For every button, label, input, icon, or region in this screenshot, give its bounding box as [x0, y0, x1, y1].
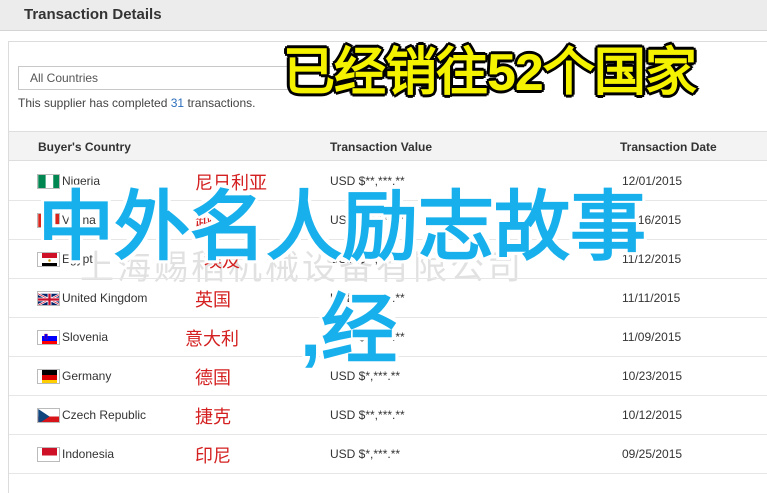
row-country: Czech Republic [62, 408, 147, 422]
row-value: USD $*,***.** [330, 447, 401, 461]
row-country-chinese: 英国 [195, 290, 231, 310]
column-transaction-date: Transaction Date [620, 140, 717, 154]
overlay-headline-text: 中外名人励志故事 [38, 185, 646, 270]
row-date: 10/12/2015 [622, 408, 683, 422]
row-country: United Kingdom [62, 291, 148, 305]
table-row: Czech Republic 捷克 USD $**,***.** 10/12/2… [9, 396, 767, 435]
transaction-count: 31 [170, 96, 185, 110]
column-transaction-value: Transaction Value [330, 140, 433, 154]
count-suffix: transactions. [184, 96, 256, 110]
row-value: USD $**,***.** [330, 408, 405, 422]
row-country: Slovenia [62, 330, 109, 344]
overlay-export-countries-text: 已经销往52个国家 [283, 44, 697, 102]
row-country-chinese: 德国 [195, 368, 231, 388]
row-country-chinese: 捷克 [195, 407, 231, 427]
row-date: 11/09/2015 [622, 330, 682, 344]
table-row: Indonesia 印尼 USD $*,***.** 09/25/2015 [9, 435, 767, 474]
row-country: Germany [62, 369, 112, 383]
title-bar: Transaction Details [0, 0, 767, 31]
row-date: 11/11/2015 [622, 291, 681, 305]
uk-flag-icon [37, 291, 60, 306]
column-buyers-country: Buyer's Country [38, 140, 131, 154]
row-date: 10/23/2015 [622, 369, 683, 383]
row-country-chinese: 印尼 [195, 446, 231, 466]
overlay-jing-text: ,经 [300, 288, 398, 373]
row-country-chinese: 意大利 [185, 329, 239, 349]
indonesia-flag-icon [37, 447, 60, 462]
page-title: Transaction Details [24, 6, 162, 23]
count-prefix: This supplier has completed [18, 96, 171, 110]
row-country: Indonesia [62, 447, 115, 461]
table-header: Buyer's Country Transaction Value Transa… [9, 131, 767, 161]
czech-flag-icon [37, 408, 60, 423]
slovenia-flag-icon [37, 330, 60, 345]
germany-flag-icon [37, 369, 60, 384]
row-date: 09/25/2015 [622, 447, 683, 461]
transaction-count-text: This supplier has completed 31 transacti… [18, 96, 255, 110]
